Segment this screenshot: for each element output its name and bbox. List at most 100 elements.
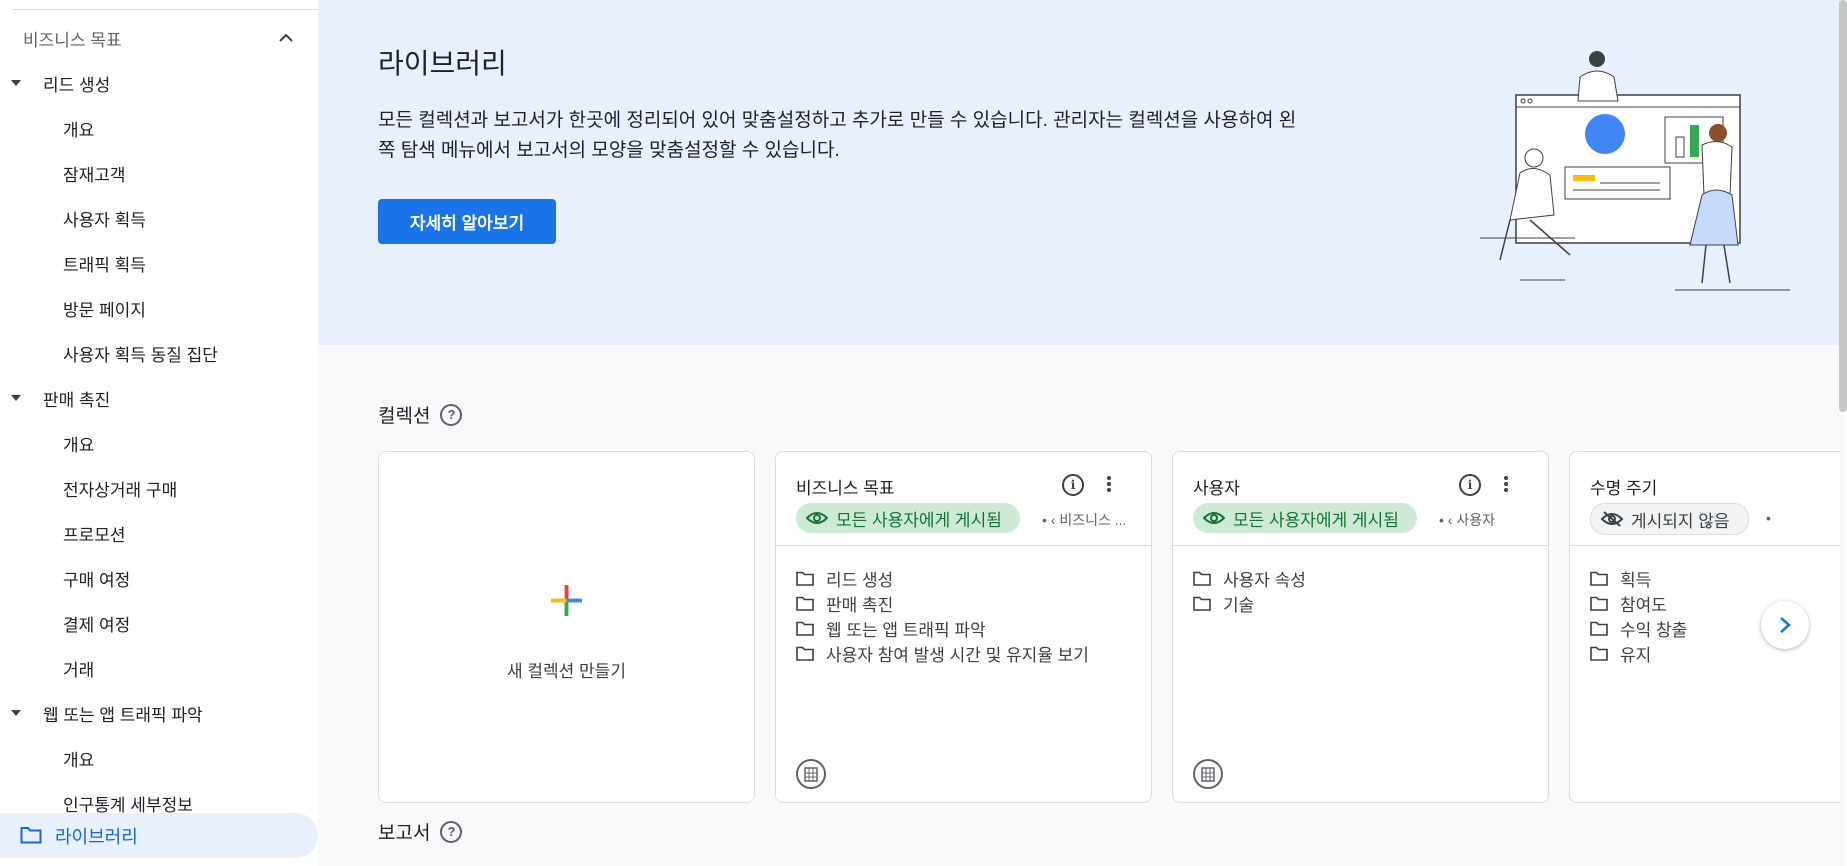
collections-header: 컬렉션 ?	[378, 401, 463, 428]
list-item: 수익 창출	[1590, 616, 1687, 641]
folder-icon	[796, 646, 814, 661]
page-title: 라이브러리	[378, 48, 507, 79]
eye-off-icon	[1601, 511, 1623, 527]
collection-title: 사용자	[1193, 479, 1240, 498]
sidebar-item-label: 프로모션	[63, 525, 126, 545]
sidebar-group-label: 리드 생성	[43, 75, 111, 95]
sidebar-item-ecommerce-purchases[interactable]: 전자상거래 구매	[0, 468, 318, 508]
collection-meta: • ‹ 사용자	[1439, 512, 1495, 528]
list-item-label: 판매 촉진	[826, 596, 894, 615]
sidebar-item-transactions[interactable]: 거래	[0, 648, 318, 688]
list-item-label: 기술	[1223, 596, 1255, 615]
reports-heading: 보고서	[378, 823, 431, 844]
list-item-label: 참여도	[1620, 596, 1667, 615]
sidebar-item-label: 트래픽 획득	[63, 255, 146, 275]
collection-topic-list: 리드 생성 판매 촉진 웹 또는 앱 트래픽 파악 사용자 참여 발생 시간 및…	[796, 566, 1089, 666]
collection-title: 비즈니스 목표	[796, 479, 895, 498]
list-item: 사용자 속성	[1193, 566, 1306, 591]
sidebar-item-label: 라이브러리	[55, 826, 138, 847]
sidebar-item-label: 개요	[63, 120, 95, 140]
folder-icon	[1193, 596, 1211, 611]
sidebar-item-acquisition-cohort[interactable]: 사용자 획득 동질 집단	[0, 333, 318, 373]
chevron-right-icon	[1780, 617, 1791, 633]
collection-card-business-goals[interactable]: 비즈니스 목표 i 모든 사용자에게 게시됨 • ‹ 비즈니스 ... 리드 생…	[775, 451, 1152, 803]
eye-icon	[1203, 512, 1225, 524]
list-item: 획득	[1590, 566, 1687, 591]
sidebar-group-drive-sales[interactable]: 판매 촉진	[0, 378, 318, 418]
learn-more-button[interactable]: 자세히 알아보기	[378, 199, 556, 244]
sidebar-item-audience[interactable]: 잠재고객	[0, 153, 318, 193]
eye-icon	[806, 512, 828, 524]
sidebar-item-purchase-journey[interactable]: 구매 여정	[0, 558, 318, 598]
sidebar-item-user-acquisition[interactable]: 사용자 획득	[0, 198, 318, 238]
folder-icon	[1590, 621, 1608, 636]
collection-card-user[interactable]: 사용자 i 모든 사용자에게 게시됨 • ‹ 사용자 사용자 속성 기술	[1172, 451, 1549, 803]
caret-down-icon	[11, 710, 21, 716]
sidebar-item-label: 사용자 획득 동질 집단	[63, 345, 218, 365]
sidebar-item-promotions[interactable]: 프로모션	[0, 513, 318, 553]
collections-carousel: 새 컬렉션 만들기 비즈니스 목표 i 모든 사용자에게 게시됨 • ‹ 비즈니…	[378, 451, 1840, 803]
list-item: 사용자 참여 발생 시간 및 유지율 보기	[796, 641, 1089, 666]
sidebar-group-web-app-traffic[interactable]: 웹 또는 앱 트래픽 파악	[0, 693, 318, 733]
list-item: 유지	[1590, 641, 1687, 666]
sidebar-item-library[interactable]: 라이브러리	[0, 813, 318, 858]
card-divider	[1173, 545, 1548, 546]
page-scrollbar[interactable]	[1839, 0, 1847, 412]
new-collection-label: 새 컬렉션 만들기	[507, 662, 626, 681]
sidebar-group-lead-generation[interactable]: 리드 생성	[0, 63, 318, 103]
info-icon[interactable]: i	[1459, 474, 1481, 496]
new-collection-card[interactable]: 새 컬렉션 만들기	[378, 451, 755, 803]
sidebar-item-label: 개요	[63, 435, 95, 455]
list-item: 참여도	[1590, 591, 1687, 616]
sidebar-item-overview[interactable]: 개요	[0, 738, 318, 778]
chevron-up-icon[interactable]	[279, 33, 293, 43]
collection-title: 수명 주기	[1590, 479, 1658, 498]
list-item-label: 사용자 참여 발생 시간 및 유지율 보기	[826, 646, 1089, 665]
list-item-label: 수익 창출	[1620, 621, 1688, 640]
status-label: 게시되지 않음	[1631, 511, 1730, 531]
sidebar-item-overview[interactable]: 개요	[0, 108, 318, 148]
sidebar-item-label: 개요	[63, 750, 95, 770]
more-vert-icon[interactable]	[1503, 475, 1509, 493]
sidebar-item-checkout-journey[interactable]: 결제 여정	[0, 603, 318, 643]
main-content: 라이브러리 모든 컬렉션과 보고서가 한곳에 정리되어 있어 맞춤설정하고 추가…	[318, 0, 1845, 866]
caret-down-icon	[11, 395, 21, 401]
sidebar: 비즈니스 목표 리드 생성 개요 잠재고객 사용자 획득 트래픽 획득 방문 페…	[0, 0, 318, 866]
info-icon[interactable]: i	[1062, 474, 1084, 496]
list-item-label: 웹 또는 앱 트래픽 파악	[826, 621, 986, 640]
sidebar-divider	[12, 9, 318, 10]
folder-icon	[20, 827, 42, 844]
caret-down-icon	[11, 80, 21, 86]
list-item: 기술	[1193, 591, 1306, 616]
collection-topic-list: 사용자 속성 기술	[1193, 566, 1306, 616]
status-badge: 모든 사용자에게 게시됨	[1193, 503, 1417, 533]
plus-icon	[551, 585, 582, 616]
list-item: 웹 또는 앱 트래픽 파악	[796, 616, 1089, 641]
list-item-label: 사용자 속성	[1223, 571, 1306, 590]
sidebar-item-overview[interactable]: 개요	[0, 423, 318, 463]
status-label: 모든 사용자에게 게시됨	[836, 510, 1002, 530]
building-icon	[1193, 759, 1223, 789]
reports-header: 보고서 ?	[378, 818, 463, 845]
folder-icon	[1590, 571, 1608, 586]
sidebar-item-landing-page[interactable]: 방문 페이지	[0, 288, 318, 328]
sidebar-item-label: 결제 여정	[63, 615, 131, 635]
hero-banner: 라이브러리 모든 컬렉션과 보고서가 한곳에 정리되어 있어 맞춤설정하고 추가…	[318, 0, 1845, 345]
list-item: 리드 생성	[796, 566, 1089, 591]
card-divider	[1570, 545, 1840, 546]
list-item-label: 리드 생성	[826, 571, 894, 590]
help-icon[interactable]: ?	[440, 403, 463, 426]
folder-icon	[1590, 646, 1608, 661]
list-item-label: 획득	[1620, 571, 1652, 590]
help-icon[interactable]: ?	[440, 820, 463, 843]
list-item-label: 유지	[1620, 646, 1652, 665]
more-vert-icon[interactable]	[1106, 475, 1112, 493]
sidebar-item-label: 사용자 획득	[63, 210, 146, 230]
carousel-next-button[interactable]	[1761, 601, 1809, 649]
sidebar-item-label: 잠재고객	[63, 165, 126, 185]
folder-icon	[796, 596, 814, 611]
sidebar-section-header[interactable]: 비즈니스 목표	[23, 26, 293, 50]
sidebar-item-label: 인구통계 세부정보	[63, 795, 193, 815]
collection-meta: • ‹ 비즈니스 ...	[1042, 512, 1127, 528]
sidebar-item-traffic-acquisition[interactable]: 트래픽 획득	[0, 243, 318, 283]
